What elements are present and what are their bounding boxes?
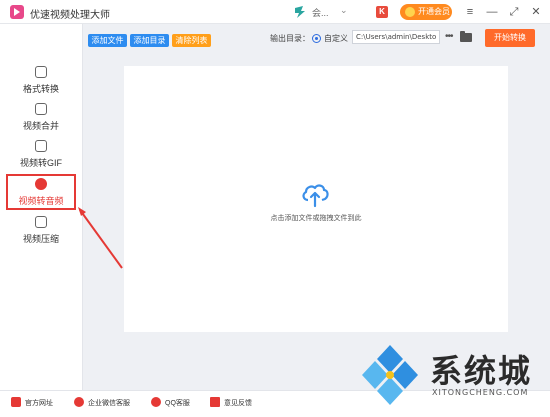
gif-icon	[35, 140, 47, 152]
sidebar-item-format-convert[interactable]: 格式转换	[6, 64, 76, 100]
drop-hint: 点击添加文件或拖拽文件到此	[270, 215, 362, 222]
audio-icon	[35, 178, 47, 190]
crown-icon	[405, 7, 415, 17]
sidebar-item-video-merge[interactable]: 视频合并	[6, 101, 76, 137]
compress-icon	[35, 216, 47, 228]
promo-icon[interactable]: K	[376, 6, 388, 18]
official-website-link[interactable]: 官方网址	[25, 398, 53, 408]
sidebar-item-label: 格式转换	[22, 84, 59, 94]
wechat-service-link[interactable]: 企业微信客服	[88, 398, 130, 408]
close-button[interactable]: ✕	[528, 4, 544, 20]
watermark-text: 系统城	[430, 352, 533, 390]
user-logo-icon[interactable]	[293, 5, 307, 19]
maximize-button[interactable]: ⤢	[506, 4, 522, 20]
feedback-link[interactable]: 意见反馈	[224, 398, 252, 408]
output-dir-label: 输出目录：	[270, 34, 310, 43]
video-merge-icon	[35, 103, 47, 115]
sidebar-item-video-compress[interactable]: 视频压缩	[6, 214, 76, 250]
more-options-button[interactable]: •••	[445, 31, 453, 42]
chevron-down-icon[interactable]: ⌄	[340, 5, 348, 16]
sidebar-item-label: 视频合并	[22, 121, 59, 131]
user-name[interactable]: 会...	[312, 6, 329, 19]
watermark-logo	[362, 345, 418, 405]
add-folder-button[interactable]: 添加目录	[130, 34, 169, 47]
sidebar-item-video-to-gif[interactable]: 视频转GIF	[6, 138, 76, 174]
vip-button-label: 开通会员	[418, 7, 450, 16]
feedback-icon[interactable]	[210, 397, 220, 407]
app-logo-icon	[10, 5, 24, 19]
cloud-upload-icon[interactable]	[300, 178, 330, 208]
vip-button[interactable]: 开通会员	[400, 4, 452, 20]
sidebar-item-label: 视频压缩	[22, 234, 59, 244]
output-path-field[interactable]: C:\Users\admin\Deskto	[352, 30, 440, 44]
clear-list-button[interactable]: 清除列表	[172, 34, 211, 47]
minimize-button[interactable]: —	[484, 4, 500, 20]
qq-icon[interactable]	[151, 397, 161, 407]
sidebar-item-label: 视频转音频	[18, 196, 64, 206]
website-icon[interactable]	[11, 397, 21, 407]
folder-icon[interactable]	[460, 31, 472, 42]
watermark-subtext: XITONGCHENG.COM	[432, 388, 529, 397]
sidebar-item-label: 视频转GIF	[20, 158, 62, 168]
menu-icon[interactable]: ≡	[462, 4, 478, 20]
custom-dir-radio[interactable]	[312, 34, 321, 43]
start-convert-button[interactable]: 开始转换	[485, 29, 535, 47]
custom-dir-label[interactable]: 自定义	[324, 33, 348, 44]
qq-service-link[interactable]: QQ客服	[165, 398, 190, 408]
wechat-service-icon[interactable]	[74, 397, 84, 407]
app-title: 优速视频处理大师	[30, 10, 110, 21]
sidebar-item-video-to-audio[interactable]: 视频转音频	[6, 174, 76, 210]
add-file-button[interactable]: 添加文件	[88, 34, 127, 47]
format-convert-icon	[35, 66, 47, 78]
